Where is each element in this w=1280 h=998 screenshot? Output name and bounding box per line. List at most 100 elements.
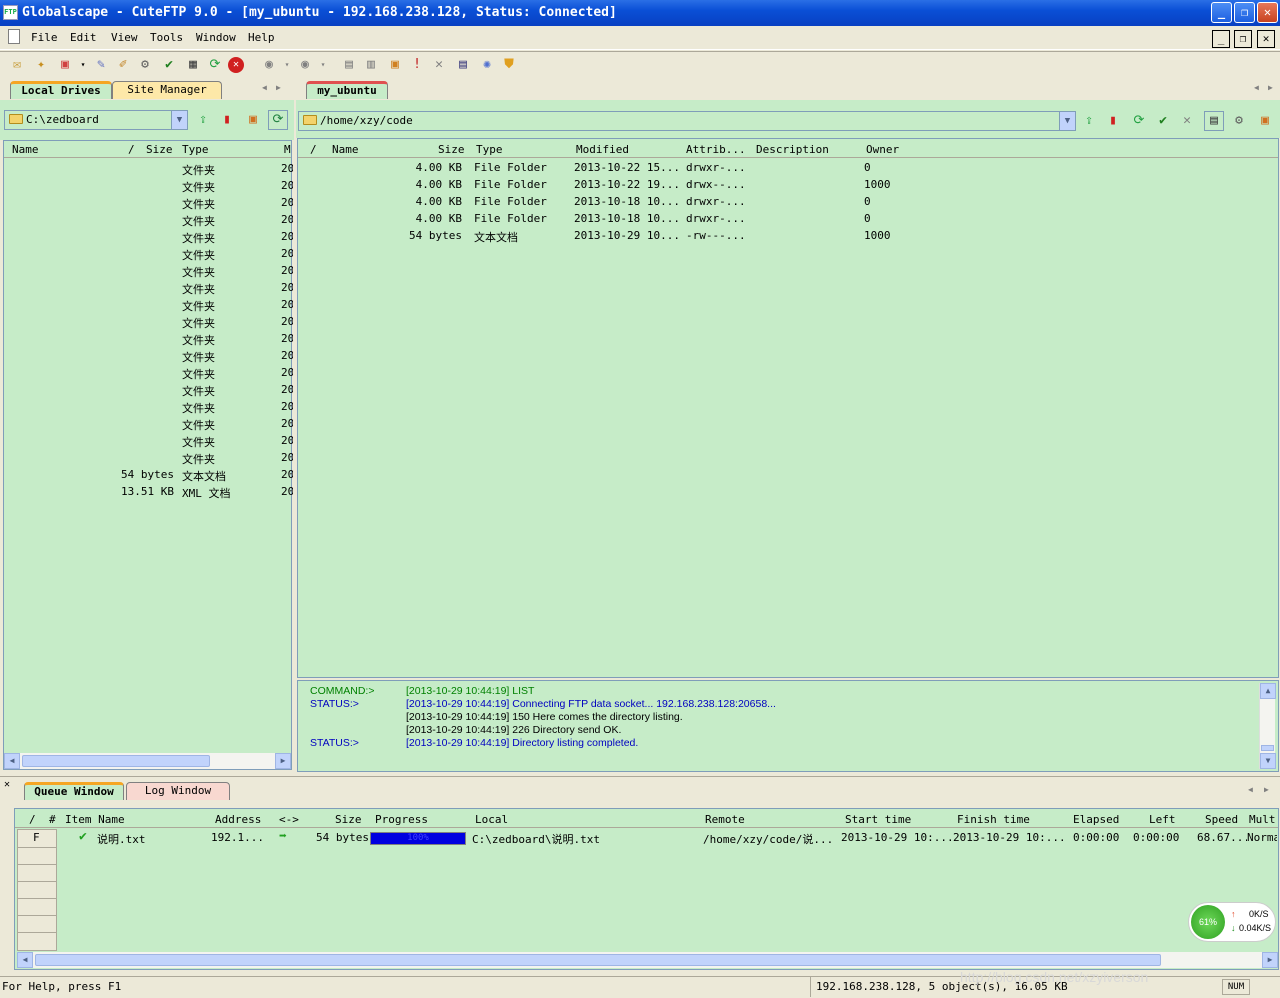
scroll-up-icon[interactable]: ▲ — [1260, 683, 1276, 699]
queue-col-address[interactable]: Address — [215, 813, 261, 826]
local-file-row[interactable]: project_11文件夹20 — [8, 399, 293, 416]
queue-scroll-left-icon[interactable]: ◀ — [17, 952, 33, 968]
remote-path-combo[interactable]: /home/xzy/code ▼ — [298, 111, 1076, 131]
disconnect-icon[interactable]: ✎ — [92, 56, 110, 74]
queue-col-mult[interactable]: Mult — [1249, 813, 1276, 826]
local-file-row[interactable]: project_7文件夹20 — [8, 331, 293, 348]
menu-file[interactable]: File — [31, 31, 58, 44]
minimize-button[interactable]: _ — [1211, 2, 1232, 23]
local-file-row[interactable]: hw文件夹20 — [8, 178, 293, 195]
remote-file-row[interactable]: pc4.00 KBFile Folder2013-10-18 10...drwx… — [302, 194, 1262, 211]
remote-tab-scroll-left-icon[interactable]: ◀ — [1254, 83, 1259, 92]
local-file-row[interactable]: zedboard_Re...13.51 KBXML 文档20 — [8, 484, 293, 501]
local-file-row[interactable]: project_10文件夹20 — [8, 382, 293, 399]
up-folder-icon[interactable]: ⇪ — [194, 111, 212, 129]
delete-icon[interactable]: ✕ — [430, 56, 448, 74]
queue-close-icon[interactable]: ✕ — [4, 779, 10, 790]
tab-queue-window[interactable]: Queue Window — [24, 782, 124, 800]
scroll-down-icon[interactable]: ▼ — [1260, 753, 1276, 769]
forward-dropdown-icon[interactable]: ▾ — [314, 56, 332, 74]
queue-scroll-right-icon[interactable]: ▶ — [1262, 952, 1278, 968]
local-file-row[interactable]: project_4文件夹20 — [8, 280, 293, 297]
queue-col-size[interactable]: Size — [335, 813, 362, 826]
stop-icon[interactable]: ✕ — [228, 57, 244, 73]
remote-col-size[interactable]: Size — [438, 143, 465, 156]
queue-col-num[interactable]: # — [49, 813, 56, 826]
queue-col-elapsed[interactable]: Elapsed — [1073, 813, 1119, 826]
properties-icon[interactable]: ▤ — [454, 56, 472, 74]
remote-col-owner[interactable]: Owner — [866, 143, 899, 156]
settings-icon[interactable]: ✺ — [478, 56, 496, 74]
download-icon[interactable]: ▦ — [184, 56, 202, 74]
sync-icon[interactable]: ⟳ — [268, 110, 288, 130]
chevron-down-icon[interactable]: ▼ — [171, 111, 187, 129]
remote-tab-scroll-right-icon[interactable]: ▶ — [1268, 83, 1273, 92]
remote-file-row[interactable]: zedboard4.00 KBFile Folder2013-10-18 10.… — [302, 211, 1262, 228]
local-refresh-icon[interactable]: ▣ — [244, 111, 262, 129]
queue-row[interactable]: F ✔ 说明.txt 192.1... ➡ 54 bytes 100% C:\zedboard… — [15, 829, 1278, 847]
queue-col-speed[interactable]: Speed — [1205, 813, 1238, 826]
log-vscrollbar[interactable]: ▲ ▼ — [1259, 683, 1276, 769]
remote-transfer-icon[interactable]: ⚙ — [1230, 112, 1248, 130]
col-size[interactable]: Size — [146, 143, 173, 156]
col-name[interactable]: Name — [12, 143, 39, 156]
local-hscroll-thumb[interactable] — [22, 755, 210, 767]
local-file-row[interactable]: project_2文件夹20 — [8, 246, 293, 263]
local-file-row[interactable]: design文件夹20 — [8, 161, 293, 178]
view-mode-icon[interactable]: ▤ — [1204, 111, 1224, 131]
tab-scroll-left-icon[interactable]: ◀ — [262, 83, 267, 92]
menu-help[interactable]: Help — [248, 31, 275, 44]
transfer-icon[interactable]: ⚙ — [136, 56, 154, 74]
queue-tab-scroll-right-icon[interactable]: ▶ — [1264, 785, 1269, 794]
remote-properties-icon[interactable]: ▣ — [1256, 112, 1274, 130]
document-icon[interactable] — [8, 29, 20, 44]
maximize-button[interactable]: ❐ — [1234, 2, 1255, 23]
queue-col-item[interactable]: Item Name — [65, 813, 125, 826]
col-modified[interactable]: M — [284, 143, 291, 156]
execute-icon[interactable]: ▣ — [386, 56, 404, 74]
back-dropdown-icon[interactable]: ▾ — [278, 56, 296, 74]
queue-hscroll-thumb[interactable] — [35, 954, 1161, 966]
scroll-right-icon[interactable]: ▶ — [275, 753, 291, 769]
remote-col-name[interactable]: Name — [332, 143, 359, 156]
local-file-row[interactable]: project_8文件夹20 — [8, 348, 293, 365]
queue-col-progress[interactable]: Progress — [375, 813, 428, 826]
local-file-row[interactable]: pwm文件夹20 — [8, 416, 293, 433]
queue-col-start[interactable]: Start time — [845, 813, 911, 826]
local-file-row[interactable]: project1_12文件夹20 — [8, 212, 293, 229]
edit-icon[interactable]: ▤ — [340, 56, 358, 74]
local-file-row[interactable]: ZedBoard_00...文件夹20 — [8, 450, 293, 467]
remote-col-type[interactable]: Type — [476, 143, 503, 156]
mdi-minimize-button[interactable]: _ — [1212, 30, 1230, 48]
shield-icon[interactable]: ⛊ — [500, 56, 518, 74]
queue-hscrollbar[interactable]: ◀ ▶ — [17, 952, 1278, 968]
local-path-combo[interactable]: C:\zedboard ▼ — [4, 110, 188, 130]
remote-up-folder-icon[interactable]: ⇪ — [1080, 112, 1098, 130]
new-site-dropdown-icon[interactable]: ▾ — [74, 56, 92, 74]
menu-window[interactable]: Window — [196, 31, 236, 44]
tab-scroll-right-icon[interactable]: ▶ — [276, 83, 281, 92]
tab-site-manager[interactable]: Site Manager — [112, 81, 222, 99]
scroll-left-icon[interactable]: ◀ — [4, 753, 20, 769]
new-site-icon[interactable]: ▣ — [56, 56, 74, 74]
network-meter[interactable]: 61% ↑ 0K/S ↓ 0.04K/S — [1188, 902, 1276, 942]
remote-file-row[interactable]: edge4.00 KBFile Folder2013-10-22 15...dr… — [302, 160, 1262, 177]
queue-col-direction[interactable]: <-> — [279, 813, 299, 826]
close-button[interactable]: ✕ — [1257, 2, 1278, 23]
remote-col-attrib[interactable]: Attrib... — [686, 143, 746, 156]
local-hscrollbar[interactable]: ◀ ▶ — [4, 753, 291, 769]
remote-file-row[interactable]: light4.00 KBFile Folder2013-10-22 19...d… — [302, 177, 1262, 194]
remote-bookmark-icon[interactable]: ▮ — [1104, 112, 1122, 130]
remote-upload-icon[interactable]: ✔ — [1154, 112, 1172, 130]
back-icon[interactable]: ◉ — [260, 56, 278, 74]
tab-log-window[interactable]: Log Window — [126, 782, 230, 800]
local-file-row[interactable]: project_9文件夹20 — [8, 365, 293, 382]
tab-local-drives[interactable]: Local Drives — [10, 81, 112, 99]
local-file-row[interactable]: ZedBoard_Li...文件夹20 — [8, 433, 293, 450]
queue-tab-scroll-left-icon[interactable]: ◀ — [1248, 785, 1253, 794]
local-file-row[interactable]: project1_13文件夹20 — [8, 229, 293, 246]
queue-col-remote[interactable]: Remote — [705, 813, 745, 826]
bookmark-icon[interactable]: ▮ — [218, 111, 236, 129]
chevron-down-icon[interactable]: ▼ — [1059, 112, 1075, 130]
alert-icon[interactable]: ! — [408, 56, 426, 74]
